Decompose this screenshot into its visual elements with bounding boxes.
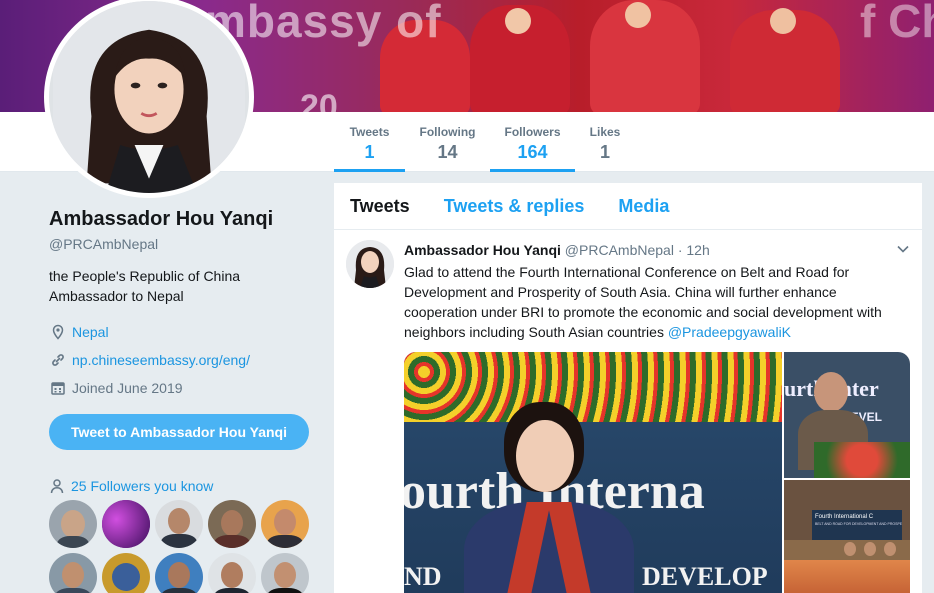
stat-value: 164 [517,142,548,162]
followers-icon [49,478,65,494]
joined-date: Joined June 2019 [72,380,183,396]
follower-avatar[interactable] [208,553,256,593]
speaker-body [464,502,634,593]
nav-stat-followers[interactable]: Followers 164 [490,112,575,172]
avatar-portrait [53,1,245,193]
stage-banner-sub: BELT AND ROAD FOR DEVELOPMENT AND PROSPE… [815,522,902,526]
banner-text: f Ch [860,0,934,47]
profile-handle: @PRCAmbNepal [49,236,159,252]
stat-value: 1 [599,142,610,162]
stage-banner-title: Fourth International C [815,514,874,520]
stage-table [784,560,910,593]
followers-you-know: 25 Followers you know [49,478,319,494]
profile-joined: Joined June 2019 [49,378,319,398]
follower-avatar[interactable] [261,500,309,548]
follower-avatar[interactable] [102,553,150,593]
stat-value: 14 [437,142,458,162]
banner-year: 20 [300,88,338,112]
media-photo-top-right[interactable]: urth Inter DEVEL [784,352,910,478]
flower-decoration [404,352,782,422]
tab-media[interactable]: Media [618,196,669,217]
follower-avatar[interactable] [155,500,203,548]
banner-face [505,8,531,34]
follower-avatar[interactable] [102,500,150,548]
stage-person [844,542,856,556]
tweet-dot: · [677,242,683,258]
profile-bio: the People's Republic of China Ambassado… [49,268,241,304]
follower-avatar[interactable] [261,553,309,593]
tweet-text: Glad to attend the Fourth International … [404,262,904,342]
link-icon [49,351,67,369]
stat-label: Followers [504,125,561,139]
tab-tweets-replies[interactable]: Tweets & replies [444,196,585,217]
flower-decoration [814,442,910,478]
media-backdrop-sub: ND [404,562,442,591]
media-photo-bottom-right[interactable]: Fourth International C BELT AND ROAD FOR… [784,480,910,593]
tweet-author-name[interactable]: Ambassador Hou Yanqi [404,242,561,258]
banner-text: mbassy of [205,0,442,47]
stat-label: Following [419,125,476,139]
tweet-to-button[interactable]: Tweet to Ambassador Hou Yanqi [49,414,309,450]
timeline-tabs: Tweets Tweets & replies Media [334,183,922,230]
profile-avatar[interactable] [44,0,254,198]
stage-person [864,542,876,556]
tweet-avatar[interactable] [346,240,394,288]
stat-label: Likes [589,125,621,139]
stat-value: 1 [364,142,375,162]
follower-avatar[interactable] [155,553,203,593]
tweet-media[interactable]: ourth Interna ND DEVELOP urth Inter DEVE… [404,352,910,593]
timeline: Tweets Tweets & replies Media Ambassador… [334,183,922,593]
followers-you-know-link[interactable]: 25 Followers you know [71,478,213,494]
nav-stat-tweets[interactable]: Tweets 1 [334,112,405,172]
profile-website: np.chineseembassy.org/eng/ [49,350,319,370]
media-photo-main[interactable]: ourth Interna ND DEVELOP [404,352,782,593]
follower-avatar[interactable] [49,553,97,593]
location-icon [49,323,67,341]
tweet-time[interactable]: 12h [686,242,709,258]
stat-label: Tweets [349,125,390,139]
media-backdrop-sub: DEVELOP [642,562,768,591]
nav-stat-following[interactable]: Following 14 [412,112,483,172]
follower-avatar[interactable] [208,500,256,548]
nav-stat-likes[interactable]: Likes 1 [583,112,627,172]
website-link[interactable]: np.chineseembassy.org/eng/ [72,352,250,368]
followers-grid [49,500,319,593]
profile-location: Nepal [49,322,319,342]
stage-person [884,542,896,556]
speaker-face [814,372,848,412]
profile-card: Ambassador Hou Yanqi @PRCAmbNepal the Pe… [49,208,319,593]
tweet-author-handle[interactable]: @PRCAmbNepal [565,242,674,258]
chevron-down-icon[interactable] [896,242,910,256]
tweet[interactable]: Ambassador Hou Yanqi @PRCAmbNepal · 12h … [334,230,922,593]
banner-face [770,8,796,34]
tweet-mention[interactable]: @PradeepgyawaliK [668,324,791,340]
tweet-body: Glad to attend the Fourth International … [404,264,882,340]
stage-banner: Fourth International C BELT AND ROAD FOR… [812,510,902,540]
location-link[interactable]: Nepal [72,324,109,340]
tab-tweets[interactable]: Tweets [350,196,410,217]
follower-avatar[interactable] [49,500,97,548]
tweet-header: Ambassador Hou Yanqi @PRCAmbNepal · 12h [404,240,912,260]
active-underline [334,169,405,172]
speaker-face [516,420,574,492]
profile-name[interactable]: Ambassador Hou Yanqi [49,208,319,231]
calendar-icon [49,379,67,397]
banner-face [625,2,651,28]
